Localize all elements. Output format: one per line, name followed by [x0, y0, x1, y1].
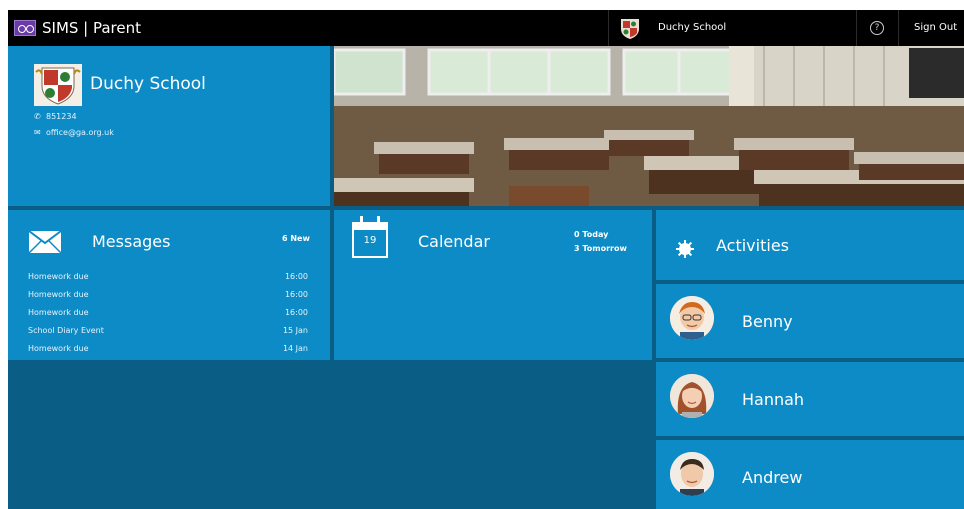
divider	[898, 10, 899, 46]
message-row[interactable]: Homework due 14 Jan	[28, 344, 308, 356]
child-tile-andrew[interactable]: Andrew	[656, 440, 964, 509]
gear-icon	[676, 240, 694, 258]
message-row[interactable]: Homework due 16:00	[28, 290, 308, 302]
activities-label: Activities	[716, 236, 789, 255]
message-row[interactable]: Homework due 16:00	[28, 308, 308, 320]
sims-logo-icon	[14, 20, 36, 36]
app-frame: SIMS | Parent Duchy School ? Sign Out Du…	[8, 10, 964, 509]
school-crest-icon[interactable]	[618, 16, 642, 40]
message-time: 16:00	[284, 308, 308, 317]
child-avatar	[670, 374, 714, 418]
email-row[interactable]: ✉ office@ga.org.uk	[34, 128, 114, 137]
message-subject: Homework due	[28, 344, 89, 353]
message-subject: School Diary Event	[28, 326, 104, 335]
message-subject: Homework due	[28, 272, 89, 281]
envelope-icon	[28, 230, 62, 254]
calendar-ring	[360, 216, 363, 224]
calendar-day: 19	[363, 235, 377, 246]
calendar-today-count: 0 Today	[574, 230, 609, 239]
school-name: Duchy School	[90, 74, 206, 94]
divider	[608, 10, 609, 46]
messages-title: Messages	[92, 232, 171, 251]
calendar-title: Calendar	[418, 232, 490, 251]
sign-out-button[interactable]: Sign Out	[914, 22, 957, 33]
message-row[interactable]: Homework due 16:00	[28, 272, 308, 284]
phone-number: 851234	[46, 112, 77, 121]
mail-icon: ✉	[34, 128, 41, 137]
message-time: 15 Jan	[282, 326, 308, 335]
child-avatar	[670, 452, 714, 496]
calendar-ring	[377, 216, 380, 224]
message-row[interactable]: School Diary Event 15 Jan	[28, 326, 308, 338]
email-address[interactable]: office@ga.org.uk	[46, 128, 114, 137]
child-avatar	[670, 296, 714, 340]
app-title: SIMS | Parent	[42, 19, 142, 37]
child-name: Andrew	[742, 468, 803, 487]
child-name: Benny	[742, 312, 793, 331]
message-time: 16:00	[284, 290, 308, 299]
calendar-tomorrow-count: 3 Tomorrow	[574, 244, 627, 253]
top-bar: SIMS | Parent Duchy School ? Sign Out	[8, 10, 964, 46]
calendar-tile[interactable]: 19 Calendar 0 Today 3 Tomorrow	[334, 210, 652, 360]
child-tile-benny[interactable]: Benny	[656, 284, 964, 358]
help-icon[interactable]: ?	[870, 21, 884, 35]
phone-row: ✆ 851234	[34, 112, 77, 121]
message-subject: Homework due	[28, 308, 89, 317]
child-tile-hannah[interactable]: Hannah	[656, 362, 964, 436]
calendar-icon: 19	[352, 216, 388, 258]
phone-icon: ✆	[34, 112, 41, 121]
message-subject: Homework due	[28, 290, 89, 299]
classroom-photo	[334, 46, 964, 206]
message-time: 14 Jan	[282, 344, 308, 353]
child-name: Hannah	[742, 390, 805, 409]
divider	[856, 10, 857, 46]
message-time: 16:00	[284, 272, 308, 281]
messages-tile[interactable]: Messages 6 New Homework due 16:00 Homewor…	[8, 210, 330, 360]
new-messages-count: 6 New	[282, 234, 310, 243]
school-tile[interactable]: Duchy School ✆ 851234 ✉ office@ga.org.uk	[8, 46, 330, 206]
school-switcher[interactable]: Duchy School	[658, 22, 726, 33]
activities-tile[interactable]: Activities	[656, 210, 964, 280]
school-crest-icon	[34, 64, 82, 106]
